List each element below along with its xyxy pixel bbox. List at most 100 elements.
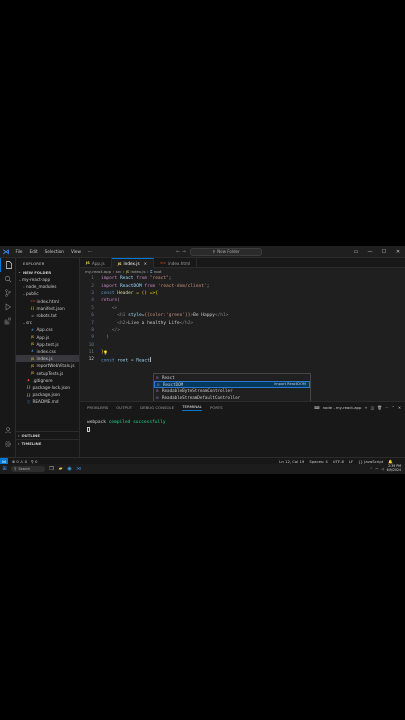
tree-item[interactable]: {} package-lock.json — [16, 384, 79, 391]
tree-item[interactable]: ◆ .gitignore — [16, 377, 79, 384]
close-panel-icon[interactable]: ✕ — [398, 405, 401, 410]
tree-item[interactable]: JS setupTests.js — [16, 369, 79, 376]
code-line: 4 return( — [91, 298, 120, 304]
menu-view[interactable]: View — [67, 249, 84, 254]
tree-item[interactable]: # App.css — [16, 326, 79, 333]
tree-item-label: README.md — [32, 399, 59, 405]
tree-item-label: App.js — [36, 334, 50, 340]
ports-status[interactable]: ⚲ 0 — [31, 459, 37, 464]
account-icon[interactable] — [0, 423, 16, 437]
tree-item[interactable]: ⌄ my-react-app — [16, 276, 79, 283]
timeline-section[interactable]: › TIMELINE — [16, 439, 80, 447]
outline-section[interactable]: › OUTLINE — [16, 431, 80, 439]
tree-item[interactable]: ⌄ src — [16, 319, 79, 326]
tree-item[interactable]: JS App.test.js — [16, 341, 79, 348]
close-icon[interactable]: ✕ — [391, 249, 405, 255]
suggestion-item[interactable]: ⊡ ReadableByteStreamController — [154, 388, 310, 395]
file-explorer-icon[interactable]: ▰ — [56, 465, 65, 474]
tree-item-label: my-react-app — [22, 277, 51, 283]
menu-edit[interactable]: Edit — [26, 249, 41, 254]
chevron-up-icon[interactable]: ⌃ — [370, 467, 373, 471]
tree-item-label: reportWebVitals.js — [36, 363, 75, 369]
indentation[interactable]: Spaces: 4 — [309, 459, 327, 464]
menu-more[interactable]: ··· — [84, 249, 95, 254]
command-center-search[interactable]: ⚲ New Folder — [190, 248, 262, 256]
maximize-panel-icon[interactable]: ⌃ — [392, 405, 395, 410]
code-line: 6 <h1 style={{color:'green'}}>Be Happy</… — [91, 313, 229, 319]
taskbar-search[interactable]: ⚲ Search — [11, 465, 45, 473]
terminal-name[interactable]: node - my-react-app — [323, 405, 362, 410]
breadcrumb-item[interactable]: index.js — [131, 269, 146, 274]
suggestion-label: React — [162, 374, 175, 380]
clock[interactable]: 2:39 PM 6/9/2024 — [387, 464, 401, 473]
panel-tabs: PROBLEMS OUTPUT DEBUG CONSOLE TERMINAL P… — [80, 402, 405, 412]
breadcrumb-item[interactable]: src — [116, 269, 122, 274]
tree-item[interactable]: {} package.json — [16, 391, 79, 398]
tree-item-label: index.html — [36, 298, 59, 304]
cursor-position[interactable]: Ln 12, Col 19 — [279, 459, 304, 464]
menu-file[interactable]: File — [12, 249, 26, 254]
run-debug-icon[interactable] — [0, 300, 16, 314]
layout-icon[interactable]: ▭ — [349, 249, 363, 255]
task-view-icon[interactable]: ❐ — [47, 465, 56, 474]
tree-item[interactable]: <> index.html — [16, 298, 79, 305]
split-terminal-icon[interactable]: ◫ — [371, 405, 375, 410]
tab-ports[interactable]: PORTS — [210, 405, 223, 410]
source-control-icon[interactable] — [0, 286, 16, 300]
search-view-icon[interactable] — [0, 272, 16, 286]
tree-item[interactable]: ⌄ public — [16, 290, 79, 297]
tree-item[interactable]: › node_modules — [16, 283, 79, 290]
more-icon[interactable]: ··· — [385, 405, 389, 410]
tab-index-js[interactable]: JS index.js ✕ — [111, 258, 155, 268]
encoding[interactable]: UTF-8 — [333, 459, 344, 464]
tree-item[interactable]: {} manifest.json — [16, 305, 79, 312]
tab-terminal[interactable]: TERMINAL — [182, 404, 202, 411]
terminal-cursor — [87, 427, 90, 432]
git-file-icon: ◆ — [27, 378, 30, 383]
tree-item[interactable]: ≡ robots.txt — [16, 312, 79, 319]
breadcrumb-item[interactable]: my-react-app — [85, 269, 111, 274]
nav-arrows-icon[interactable]: ← → — [176, 249, 186, 255]
search-text: New Folder — [217, 249, 240, 255]
problems-status[interactable]: ⊗ 0 ⚠ 0 — [12, 459, 27, 464]
tree-item-label: package.json — [32, 392, 61, 398]
tab-output[interactable]: OUTPUT — [116, 405, 132, 410]
js-file-icon: JS — [31, 356, 34, 361]
windows-taskbar: ⊞ ⚲ Search ❐ ▰ ◉ ⋊ ⌃ ◠ ◁ 2:39 PM 6/9/202… — [0, 464, 405, 474]
wifi-icon[interactable]: ◠ — [375, 467, 378, 471]
language-mode[interactable]: {} JavaScript — [358, 459, 383, 464]
vscode-taskbar-icon[interactable]: ⋊ — [74, 465, 83, 474]
browser-icon[interactable]: ◉ — [65, 465, 74, 474]
tree-item[interactable]: JS index.js — [16, 355, 79, 363]
tree-item[interactable]: JS App.js — [16, 334, 79, 341]
tab-problems[interactable]: PROBLEMS — [87, 405, 108, 410]
trash-icon[interactable]: 🗑 — [377, 405, 382, 410]
close-tab-icon[interactable]: ✕ — [144, 261, 147, 266]
json-file-icon: {} — [26, 385, 31, 390]
tree-item[interactable]: JS reportWebVitals.js — [16, 362, 79, 369]
volume-icon[interactable]: ◁ — [381, 467, 383, 471]
settings-gear-icon[interactable] — [0, 437, 16, 451]
explorer-icon[interactable] — [0, 258, 16, 272]
terminal-output[interactable]: webpack compiled successfully — [80, 412, 405, 433]
lightbulb-icon[interactable]: 💡 — [103, 350, 108, 355]
eol[interactable]: LF — [349, 459, 353, 464]
explorer-header: EXPLORER — [23, 260, 45, 266]
tab-index-html[interactable]: <> index.html — [154, 258, 198, 268]
minimize-icon[interactable]: — — [363, 249, 377, 255]
bell-icon[interactable]: 🔔 — [388, 459, 393, 464]
tree-item[interactable]: # index.css — [16, 348, 79, 355]
tab-debug-console[interactable]: DEBUG CONSOLE — [140, 405, 174, 410]
tree-item[interactable]: ⓘ README.md — [16, 398, 79, 405]
suggestion-item[interactable]: ⊡ ReactDOM import ReactDOM — [154, 380, 310, 388]
maximize-icon[interactable]: ☐ — [377, 249, 391, 255]
breadcrumb-item[interactable]: root — [154, 269, 162, 274]
suggestion-item[interactable]: ⊡ React — [154, 374, 310, 381]
extensions-icon[interactable] — [0, 314, 16, 328]
windows-start-icon[interactable]: ⊞ — [0, 465, 9, 474]
add-terminal-icon[interactable]: + — [364, 405, 367, 410]
menu-selection[interactable]: Selection — [41, 249, 67, 254]
variable-icon: ⌗ — [150, 269, 153, 274]
workspace-section[interactable]: ⌄ NEW FOLDER — [16, 268, 79, 276]
tab-app-js[interactable]: JS App.js — [80, 258, 112, 268]
